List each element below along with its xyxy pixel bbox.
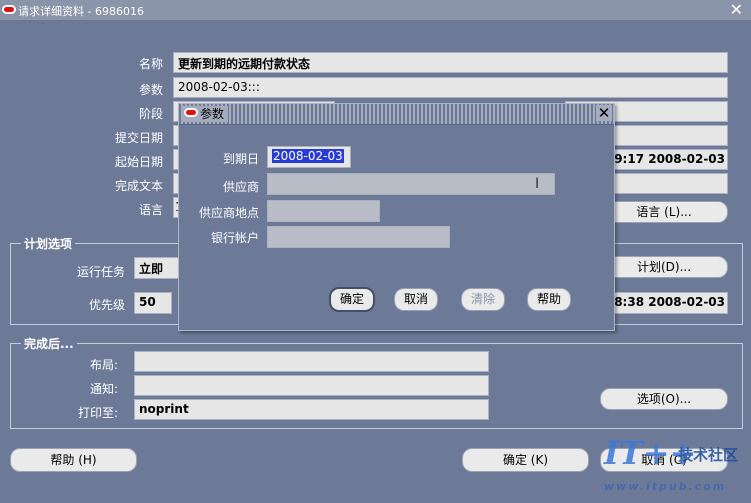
completion-text-label: 完成文本 — [114, 179, 163, 193]
start-date-label: 起始日期 — [114, 155, 163, 169]
schedule-options-title: 计划选项 — [21, 235, 76, 252]
schedule-button[interactable]: 计划(D)... — [600, 256, 728, 278]
window-titlebar: 请求详细资料 - 6986016 ✕ — [0, 0, 751, 21]
oracle-logo-icon — [2, 5, 16, 14]
name-field[interactable]: 更新到期的远期付款状态 — [173, 52, 728, 73]
notify-field[interactable] — [134, 375, 489, 396]
parameters-dialog: 参数 ✕ 到期日 2008-02-03 供应商 Ⅰ 供应商地点 银行帐户 确定 … — [178, 103, 615, 331]
stage-label: 阶段 — [138, 107, 163, 121]
due-date-field[interactable]: 2008-02-03 — [267, 146, 351, 168]
supplier-label: 供应商 — [222, 180, 259, 194]
submit-date-label: 提交日期 — [114, 131, 163, 145]
priority-label: 优先级 — [88, 298, 125, 312]
dialog-help-button[interactable]: 帮助 — [527, 288, 571, 311]
dialog-ok-button[interactable]: 确定 — [329, 287, 375, 312]
bank-account-field[interactable] — [267, 226, 450, 248]
text-cursor-icon: Ⅰ — [535, 176, 540, 192]
parameters-dialog-title: 参数 — [200, 107, 225, 121]
print-to-label: 打印至: — [77, 406, 118, 420]
params-label: 参数 — [138, 83, 163, 97]
supplier-site-field[interactable] — [267, 200, 380, 222]
language-button[interactable]: 语言 (L)... — [600, 201, 728, 223]
name-label: 名称 — [138, 57, 163, 71]
oracle-logo-icon — [184, 108, 198, 117]
watermark-logo: IT++ 技术社区 www.itpub.com — [592, 434, 742, 494]
due-date-value: 2008-02-03 — [272, 149, 344, 163]
dialog-clear-button[interactable]: 清除 — [461, 288, 505, 311]
window-title: 请求详细资料 - 6986016 — [18, 5, 144, 18]
options-button[interactable]: 选项(O)... — [600, 388, 728, 410]
layout-label: 布局: — [89, 358, 118, 372]
ok-button[interactable]: 确定 (K) — [462, 448, 589, 472]
run-task-label: 运行任务 — [76, 265, 125, 279]
dialog-close-icon[interactable]: ✕ — [596, 105, 612, 121]
params-field[interactable]: 2008-02-03::: — [173, 77, 728, 98]
watermark-url: www.itpub.com — [604, 480, 727, 493]
bank-account-label: 银行帐户 — [210, 231, 259, 245]
supplier-site-label: 供应商地点 — [198, 206, 259, 220]
dialog-cancel-button[interactable]: 取消 — [394, 288, 438, 311]
completion-group-title: 完成后... — [21, 335, 77, 352]
run-task-field[interactable]: 立即 — [134, 257, 179, 279]
notify-label: 通知: — [89, 382, 118, 396]
due-date-label: 到期日 — [222, 152, 259, 166]
parameters-dialog-titlebar[interactable]: 参数 ✕ — [179, 104, 614, 125]
supplier-field[interactable] — [267, 173, 555, 195]
window-close-icon[interactable]: ✕ — [730, 2, 743, 18]
help-button[interactable]: 帮助 (H) — [10, 448, 137, 472]
priority-field[interactable]: 50 — [134, 292, 172, 314]
layout-field[interactable] — [134, 351, 489, 372]
watermark-tagline: 技术社区 — [678, 446, 739, 464]
language-label: 语言 — [138, 203, 163, 217]
print-to-field[interactable]: noprint — [134, 399, 489, 420]
